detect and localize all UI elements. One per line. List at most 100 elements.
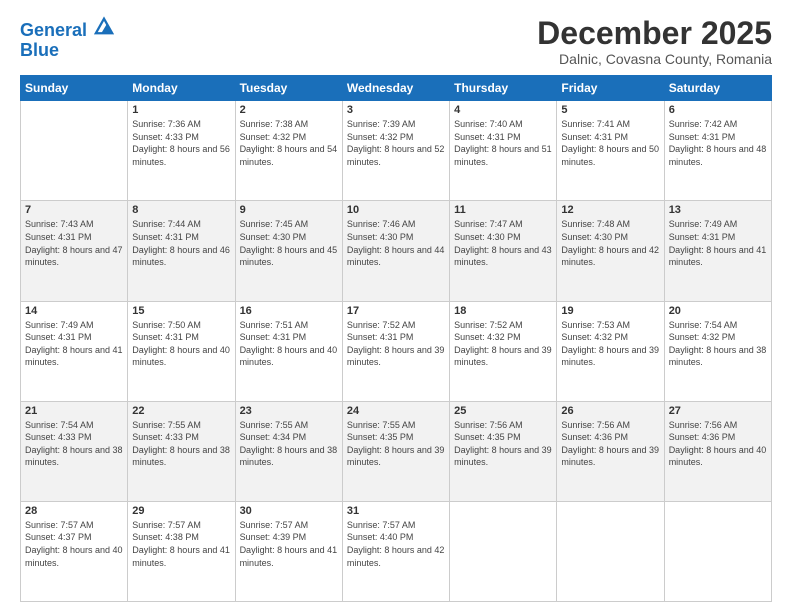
day-info: Sunrise: 7:48 AMSunset: 4:30 PMDaylight:… [561,218,659,268]
day-number: 11 [454,204,552,216]
weekday-header: Thursday [450,76,557,101]
logo-general: General [20,20,87,40]
weekday-header: Friday [557,76,664,101]
day-info: Sunrise: 7:53 AMSunset: 4:32 PMDaylight:… [561,319,659,369]
weekday-header-row: SundayMondayTuesdayWednesdayThursdayFrid… [21,76,772,101]
day-number: 2 [240,104,338,116]
calendar-cell: 17Sunrise: 7:52 AMSunset: 4:31 PMDayligh… [342,301,449,401]
day-info: Sunrise: 7:55 AMSunset: 4:34 PMDaylight:… [240,419,338,469]
calendar-cell: 19 Sunrise: 7:53 AMSunset: 4:32 PMDayligh… [557,301,664,401]
day-info: Sunrise: 7:41 AMSunset: 4:31 PMDaylight:… [561,118,659,168]
day-info: Sunrise: 7:39 AMSunset: 4:32 PMDaylight:… [347,118,445,168]
calendar-cell [557,501,664,601]
calendar-week-row: 14Sunrise: 7:49 AMSunset: 4:31 PMDayligh… [21,301,772,401]
logo-text: General [20,16,114,41]
day-info: Sunrise: 7:57 AMSunset: 4:38 PMDaylight:… [132,519,230,569]
day-number: 18 [454,305,552,317]
day-info: Sunrise: 7:55 AMSunset: 4:33 PMDaylight:… [132,419,230,469]
day-number: 22 [132,405,230,417]
day-number: 3 [347,104,445,116]
weekday-header: Sunday [21,76,128,101]
day-info: Sunrise: 7:54 AMSunset: 4:33 PMDaylight:… [25,419,123,469]
calendar-week-row: 1Sunrise: 7:36 AMSunset: 4:33 PMDaylight… [21,101,772,201]
calendar-cell: 4Sunrise: 7:40 AMSunset: 4:31 PMDaylight… [450,101,557,201]
calendar-cell: 18Sunrise: 7:52 AMSunset: 4:32 PMDayligh… [450,301,557,401]
calendar-cell [450,501,557,601]
calendar-week-row: 21Sunrise: 7:54 AMSunset: 4:33 PMDayligh… [21,401,772,501]
calendar-cell: 11 Sunrise: 7:47 AMSunset: 4:30 PMDayligh… [450,201,557,301]
calendar-cell: 10 Sunrise: 7:46 AMSunset: 4:30 PMDayligh… [342,201,449,301]
calendar-week-row: 7 Sunrise: 7:43 AMSunset: 4:31 PMDaylight… [21,201,772,301]
day-info: Sunrise: 7:44 AMSunset: 4:31 PMDaylight:… [132,218,230,268]
day-info: Sunrise: 7:47 AMSunset: 4:30 PMDaylight:… [454,218,552,268]
day-number: 31 [347,505,445,517]
logo-blue: Blue [20,41,114,61]
calendar-cell: 30 Sunrise: 7:57 AMSunset: 4:39 PMDayligh… [235,501,342,601]
calendar-cell: 3 Sunrise: 7:39 AMSunset: 4:32 PMDaylight… [342,101,449,201]
weekday-header: Wednesday [342,76,449,101]
calendar-cell: 8 Sunrise: 7:44 AMSunset: 4:31 PMDaylight… [128,201,235,301]
day-info: Sunrise: 7:51 AMSunset: 4:31 PMDaylight:… [240,319,338,369]
day-info: Sunrise: 7:42 AMSunset: 4:31 PMDaylight:… [669,118,767,168]
day-info: Sunrise: 7:57 AMSunset: 4:37 PMDaylight:… [25,519,123,569]
day-info: Sunrise: 7:56 AMSunset: 4:36 PMDaylight:… [669,419,767,469]
calendar-cell: 28 Sunrise: 7:57 AMSunset: 4:37 PMDayligh… [21,501,128,601]
calendar-cell: 27Sunrise: 7:56 AMSunset: 4:36 PMDayligh… [664,401,771,501]
calendar-cell: 1Sunrise: 7:36 AMSunset: 4:33 PMDaylight… [128,101,235,201]
day-info: Sunrise: 7:50 AMSunset: 4:31 PMDaylight:… [132,319,230,369]
day-number: 13 [669,204,767,216]
calendar-cell: 21Sunrise: 7:54 AMSunset: 4:33 PMDayligh… [21,401,128,501]
day-info: Sunrise: 7:56 AMSunset: 4:36 PMDaylight:… [561,419,659,469]
calendar-cell: 6 Sunrise: 7:42 AMSunset: 4:31 PMDaylight… [664,101,771,201]
calendar-cell: 16 Sunrise: 7:51 AMSunset: 4:31 PMDayligh… [235,301,342,401]
day-number: 14 [25,305,123,317]
day-number: 28 [25,505,123,517]
day-info: Sunrise: 7:55 AMSunset: 4:35 PMDaylight:… [347,419,445,469]
calendar-cell: 24Sunrise: 7:55 AMSunset: 4:35 PMDayligh… [342,401,449,501]
day-number: 26 [561,405,659,417]
day-info: Sunrise: 7:54 AMSunset: 4:32 PMDaylight:… [669,319,767,369]
day-number: 16 [240,305,338,317]
day-info: Sunrise: 7:43 AMSunset: 4:31 PMDaylight:… [25,218,123,268]
day-number: 30 [240,505,338,517]
day-number: 17 [347,305,445,317]
day-number: 7 [25,204,123,216]
logo-icon [94,16,114,36]
day-number: 19 [561,305,659,317]
day-info: Sunrise: 7:49 AMSunset: 4:31 PMDaylight:… [669,218,767,268]
weekday-header: Saturday [664,76,771,101]
day-info: Sunrise: 7:57 AMSunset: 4:39 PMDaylight:… [240,519,338,569]
weekday-header: Tuesday [235,76,342,101]
day-info: Sunrise: 7:56 AMSunset: 4:35 PMDaylight:… [454,419,552,469]
day-number: 9 [240,204,338,216]
day-number: 6 [669,104,767,116]
calendar-title: December 2025 [537,16,772,51]
calendar-cell: 22 Sunrise: 7:55 AMSunset: 4:33 PMDayligh… [128,401,235,501]
calendar-cell: 20 Sunrise: 7:54 AMSunset: 4:32 PMDayligh… [664,301,771,401]
calendar-cell: 5Sunrise: 7:41 AMSunset: 4:31 PMDaylight… [557,101,664,201]
day-number: 29 [132,505,230,517]
logo: General Blue [20,16,114,61]
calendar-cell: 31Sunrise: 7:57 AMSunset: 4:40 PMDayligh… [342,501,449,601]
calendar-cell: 12 Sunrise: 7:48 AMSunset: 4:30 PMDayligh… [557,201,664,301]
calendar-cell: 13 Sunrise: 7:49 AMSunset: 4:31 PMDayligh… [664,201,771,301]
day-number: 12 [561,204,659,216]
day-number: 1 [132,104,230,116]
calendar-week-row: 28 Sunrise: 7:57 AMSunset: 4:37 PMDayligh… [21,501,772,601]
title-block: December 2025 Dalnic, Covasna County, Ro… [537,16,772,67]
day-info: Sunrise: 7:46 AMSunset: 4:30 PMDaylight:… [347,218,445,268]
page: General Blue December 2025 Dalnic, Covas… [0,0,792,612]
day-info: Sunrise: 7:45 AMSunset: 4:30 PMDaylight:… [240,218,338,268]
calendar-cell: 26 Sunrise: 7:56 AMSunset: 4:36 PMDayligh… [557,401,664,501]
calendar-subtitle: Dalnic, Covasna County, Romania [537,51,772,67]
calendar-cell [664,501,771,601]
calendar-table: SundayMondayTuesdayWednesdayThursdayFrid… [20,75,772,602]
day-number: 10 [347,204,445,216]
day-info: Sunrise: 7:40 AMSunset: 4:31 PMDaylight:… [454,118,552,168]
day-number: 20 [669,305,767,317]
day-number: 25 [454,405,552,417]
calendar-cell: 25 Sunrise: 7:56 AMSunset: 4:35 PMDayligh… [450,401,557,501]
calendar-cell: 29 Sunrise: 7:57 AMSunset: 4:38 PMDayligh… [128,501,235,601]
day-number: 23 [240,405,338,417]
day-number: 8 [132,204,230,216]
